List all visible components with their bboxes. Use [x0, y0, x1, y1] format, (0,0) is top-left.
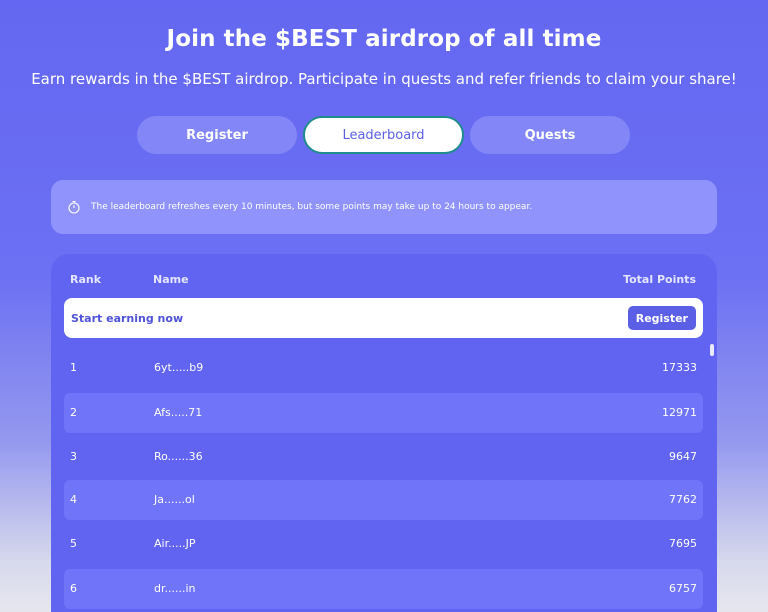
row-rank: 1: [70, 361, 77, 374]
table-row: 6 dr......in 6757: [64, 569, 703, 609]
start-earning-banner: Start earning now Register: [64, 298, 703, 338]
table-row: 5 Air.....JP 7695: [64, 524, 703, 564]
row-rank: 2: [70, 406, 77, 419]
row-points: 12971: [662, 406, 697, 419]
row-points: 7695: [669, 537, 697, 550]
page-title: Join the $BEST airdrop of all time: [166, 26, 602, 52]
row-name: Ro......36: [154, 450, 203, 463]
column-header-name: Name: [153, 273, 189, 286]
notice-text: The leaderboard refreshes every 10 minut…: [91, 202, 533, 212]
table-row: 4 Ja......ol 7762: [64, 480, 703, 520]
stopwatch-icon: [68, 200, 80, 214]
column-header-points: Total Points: [623, 273, 696, 286]
row-points: 17333: [662, 361, 697, 374]
tab-leaderboard[interactable]: Leaderboard: [303, 116, 464, 154]
row-name: Ja......ol: [154, 493, 195, 506]
register-button[interactable]: Register: [627, 306, 696, 330]
refresh-notice: The leaderboard refreshes every 10 minut…: [51, 180, 717, 234]
tab-quests[interactable]: Quests: [470, 116, 630, 154]
table-row: 2 Afs.....71 12971: [64, 393, 703, 433]
leaderboard-panel: Rank Name Total Points Start earning now…: [51, 254, 717, 612]
row-name: Air.....JP: [154, 537, 196, 550]
column-header-rank: Rank: [70, 273, 102, 286]
start-earning-label: Start earning now: [71, 311, 184, 325]
row-points: 7762: [669, 493, 697, 506]
row-rank: 5: [70, 537, 77, 550]
scrollbar-thumb[interactable]: [710, 344, 714, 356]
row-points: 6757: [669, 582, 697, 595]
row-name: Afs.....71: [154, 406, 203, 419]
row-rank: 4: [70, 493, 77, 506]
row-rank: 3: [70, 450, 77, 463]
table-row: 3 Ro......36 9647: [64, 437, 703, 477]
row-name: dr......in: [154, 582, 196, 595]
tab-register[interactable]: Register: [137, 116, 297, 154]
page-subtitle: Earn rewards in the $BEST airdrop. Parti…: [31, 70, 737, 88]
row-name: 6yt.....b9: [154, 361, 204, 374]
tab-bar: Register Leaderboard Quests: [137, 116, 631, 154]
row-rank: 6: [70, 582, 77, 595]
row-points: 9647: [669, 450, 697, 463]
table-row: 1 6yt.....b9 17333: [64, 348, 703, 388]
